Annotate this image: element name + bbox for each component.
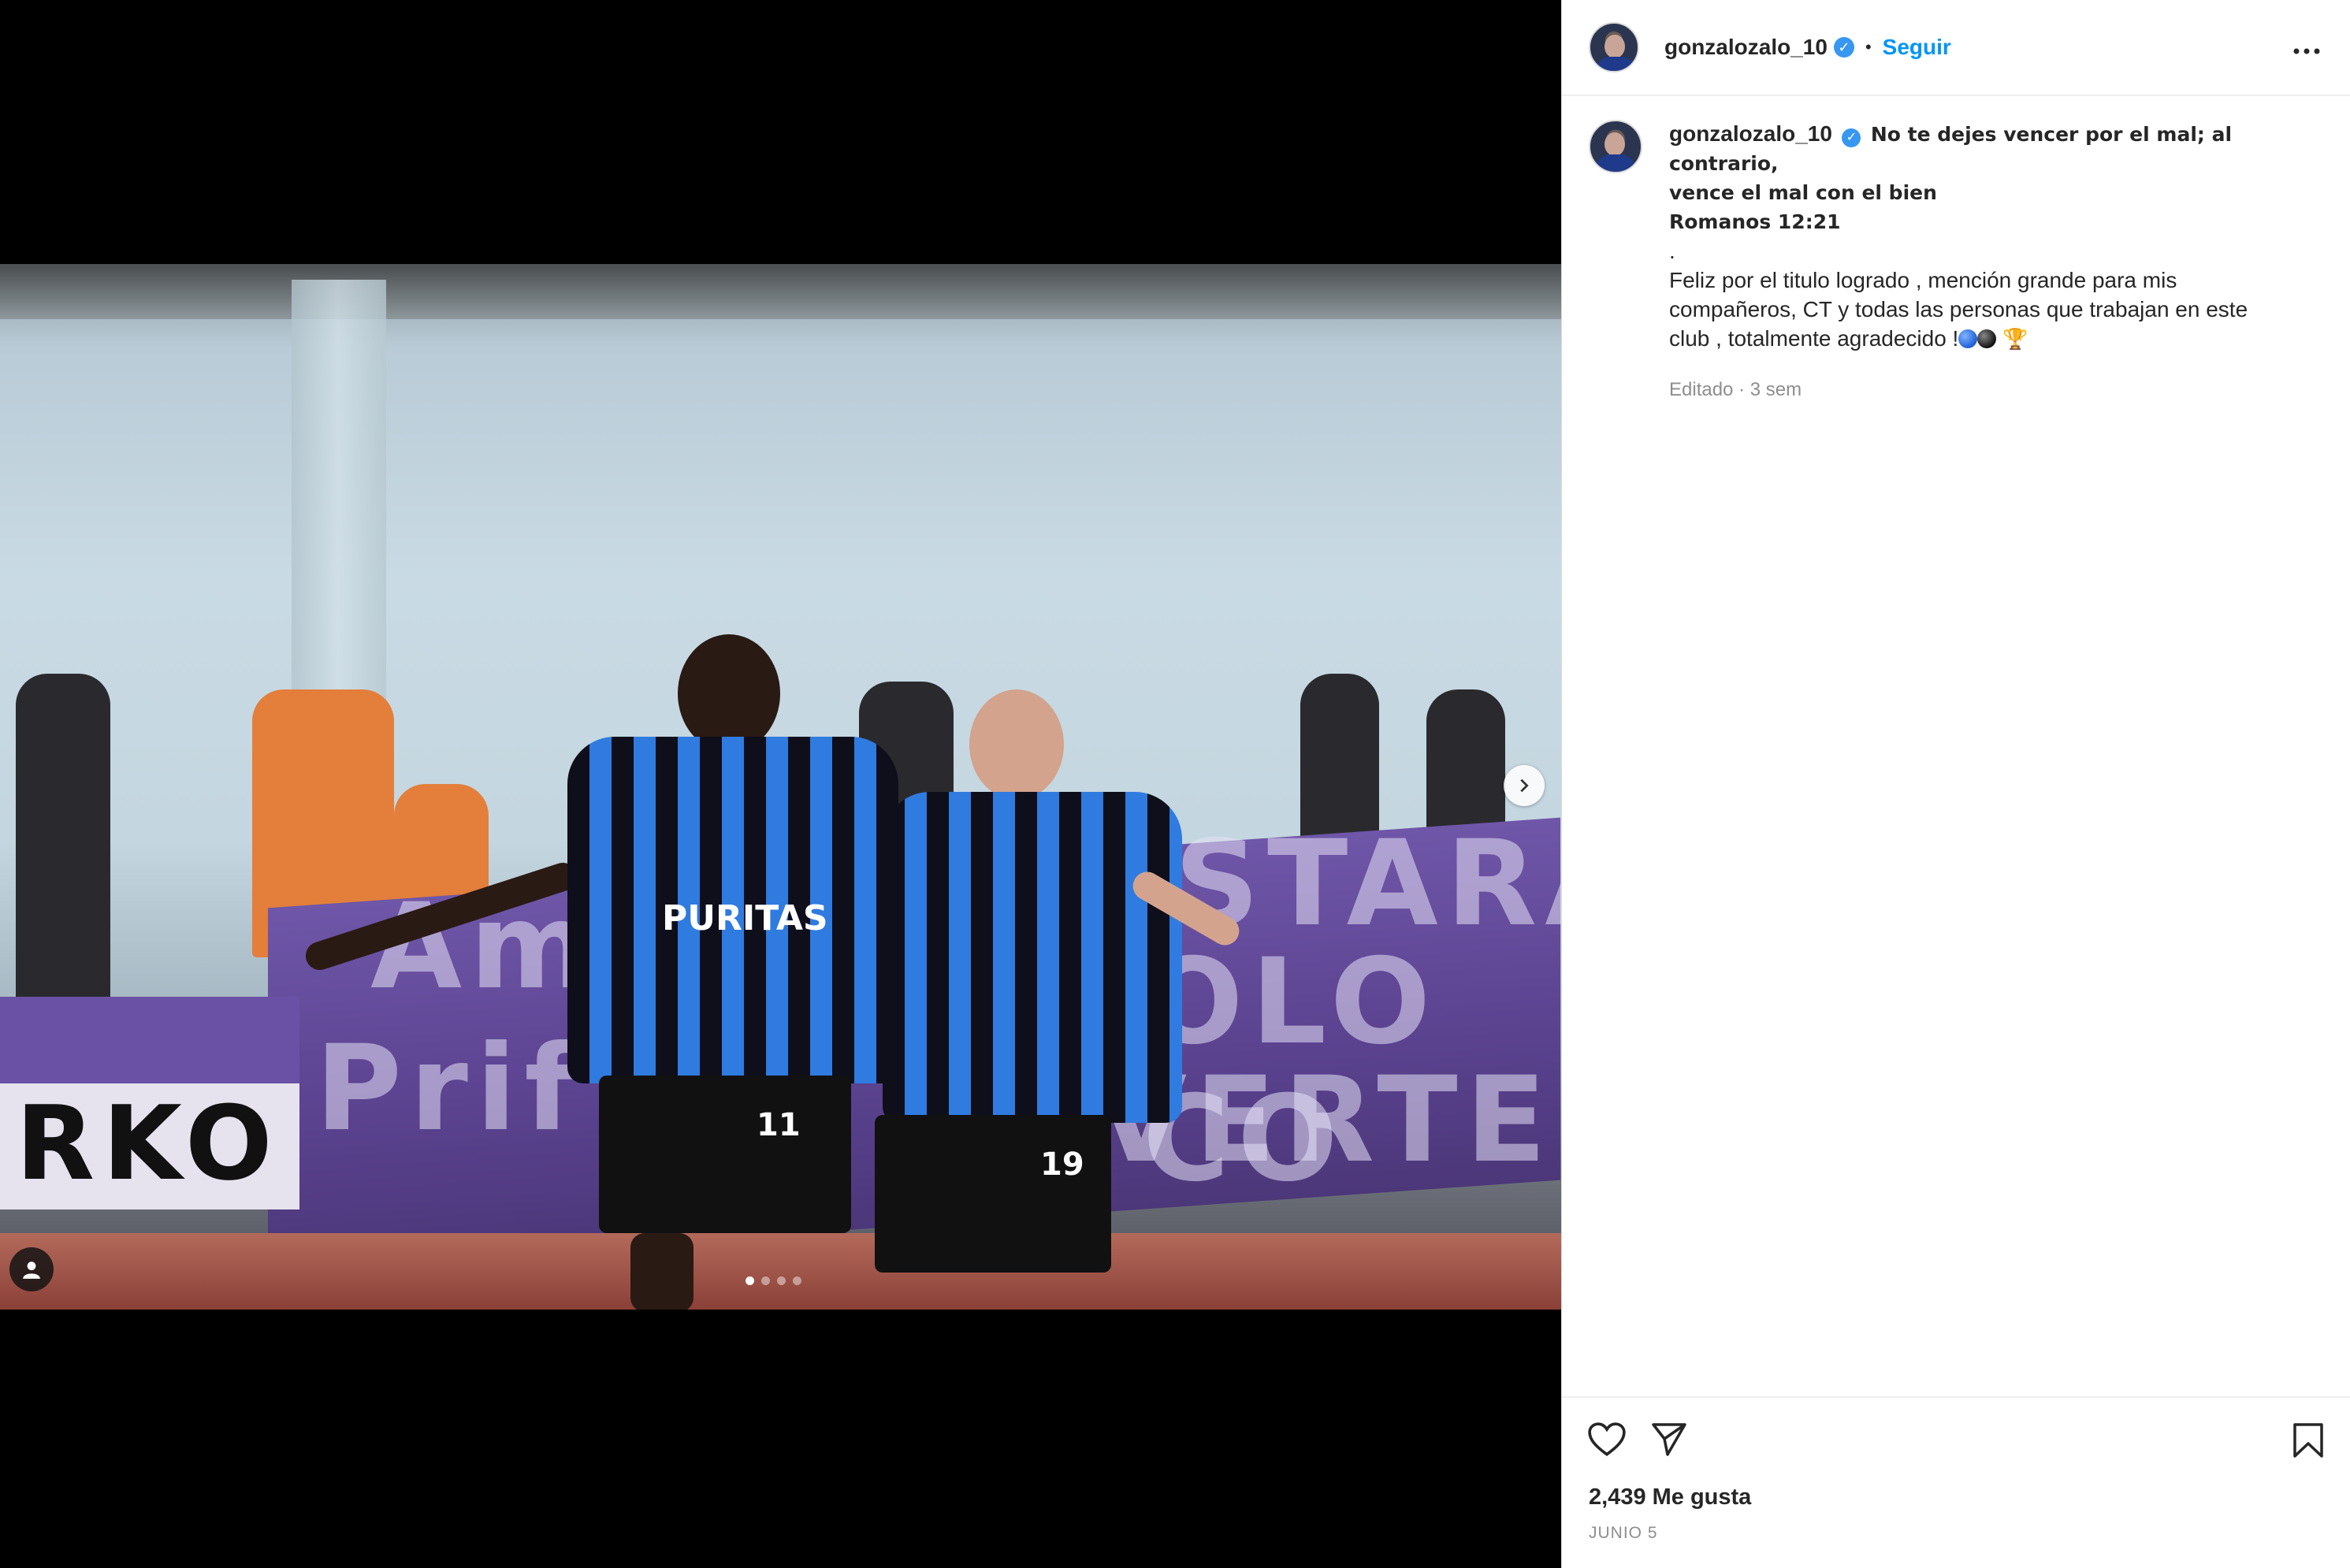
likes-count[interactable]: 2,439 Me gusta <box>1589 1484 1751 1510</box>
post-side-panel: gonzalozalo_10 ✓ • Seguir gonzalozalo_10… <box>1561 0 2350 1568</box>
post-caption: gonzalozalo_10 ✓ No te dejes vencer por … <box>1589 120 2318 401</box>
carousel-indicator <box>746 1276 801 1285</box>
banner-left-text: RKO <box>16 1083 281 1203</box>
carousel-dot <box>793 1276 801 1285</box>
avatar-face <box>1604 132 1625 156</box>
heart-icon <box>1588 1422 1626 1456</box>
like-button[interactable] <box>1587 1421 1627 1462</box>
more-horizontal-icon <box>2293 48 2320 54</box>
caption-body: gonzalozalo_10 ✓ No te dejes vencer por … <box>1669 120 2318 401</box>
caption-line: Feliz por el titulo logrado , mención gr… <box>1669 268 2177 292</box>
black-circle-emoji <box>1977 329 1997 348</box>
username-link[interactable]: gonzalozalo_10 <box>1664 35 1828 60</box>
bookmark-icon <box>2293 1423 2323 1458</box>
verified-badge-icon: ✓ <box>1842 128 1861 147</box>
carousel-dot <box>746 1276 754 1285</box>
post-date[interactable]: JUNIO 5 <box>1589 1524 1658 1543</box>
jersey-sponsor: PURITAS <box>662 898 828 938</box>
avatar-body <box>1595 57 1636 71</box>
send-icon <box>1652 1423 1686 1456</box>
stadium-roof <box>0 264 1561 319</box>
player-shorts <box>599 1076 851 1233</box>
chevron-right-icon <box>1520 778 1529 793</box>
tagged-users-button[interactable] <box>9 1247 54 1291</box>
player-right: 19 <box>867 689 1261 1310</box>
verified-badge-icon: ✓ <box>1833 37 1854 58</box>
caption-line: compañeros, CT y todas las personas que … <box>1669 297 2248 321</box>
time-ago[interactable]: 3 sem <box>1750 379 1802 400</box>
carousel-next-button[interactable] <box>1504 765 1545 806</box>
post-header: gonzalozalo_10 ✓ • Seguir <box>1562 0 2350 96</box>
spectator <box>16 674 110 1052</box>
caption-meta: Editado · 3 sem <box>1669 379 2318 401</box>
edited-label: Editado <box>1669 379 1734 400</box>
banner-stripe <box>0 997 299 1083</box>
fan-banner-left: RKO <box>0 997 299 1209</box>
caption-reference: Romanos 12:21 <box>1669 210 1841 233</box>
more-options-button[interactable] <box>2293 33 2320 57</box>
caption-line: club , totalmente agradecido ! <box>1669 326 1959 351</box>
save-button[interactable] <box>2292 1421 2325 1463</box>
avatar[interactable] <box>1589 22 1639 72</box>
trophy-emoji: 🏆 <box>2002 327 2028 351</box>
post-photo[interactable]: RKO Ami STARA OLO CO VERTE Prif PURITAS … <box>0 264 1561 1310</box>
blue-circle-emoji <box>1958 329 1978 348</box>
share-button[interactable] <box>1650 1421 1688 1462</box>
meta-separator: · <box>1733 379 1750 400</box>
caption-dot: . <box>1669 239 1675 263</box>
avatar-body <box>1595 154 1636 172</box>
avatar-face <box>1604 35 1625 58</box>
caption-username[interactable]: gonzalozalo_10 <box>1669 121 1832 146</box>
player-arm <box>302 859 581 974</box>
player-leg <box>630 1233 693 1310</box>
carousel-dot <box>761 1276 770 1285</box>
player-head <box>969 689 1064 800</box>
jersey-number: 19 <box>1040 1146 1084 1183</box>
player-shirt <box>883 792 1182 1123</box>
player-left: PURITAS 11 <box>299 634 930 1310</box>
post-media: RKO Ami STARA OLO CO VERTE Prif PURITAS … <box>0 0 1561 1568</box>
follow-button[interactable]: Seguir <box>1883 35 1951 60</box>
header-separator: • <box>1865 37 1872 57</box>
player-head <box>678 634 780 752</box>
player-shorts <box>875 1115 1111 1273</box>
caption-avatar[interactable] <box>1589 120 1642 173</box>
post-actions: 2,439 Me gusta JUNIO 5 <box>1562 1396 2350 1568</box>
caption-line-with-emoji: club , totalmente agradecido ! 🏆 <box>1669 324 2318 354</box>
user-icon <box>23 1261 40 1279</box>
caption-lead: vence el mal con el bien <box>1669 181 1937 204</box>
carousel-dot <box>777 1276 786 1285</box>
jersey-number: 11 <box>757 1107 801 1143</box>
